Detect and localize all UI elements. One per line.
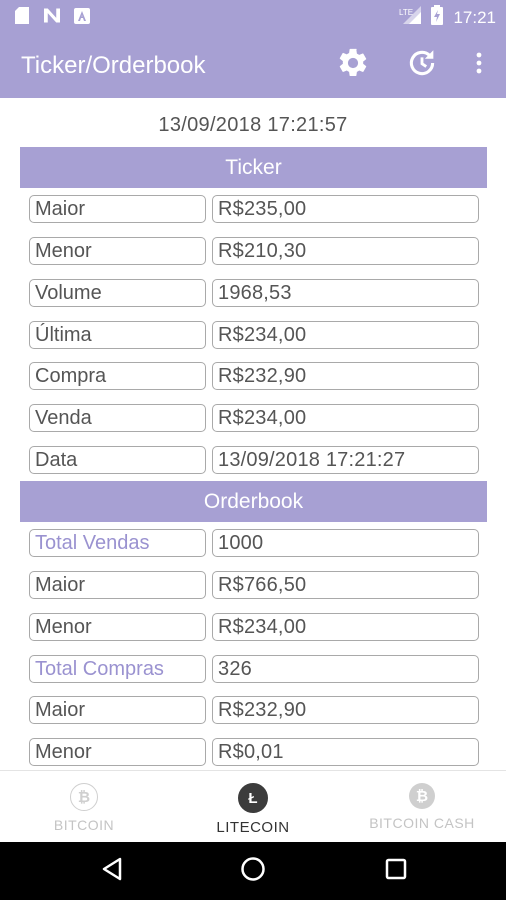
home-button[interactable] — [238, 856, 268, 886]
row-value: R$235,00 — [212, 195, 479, 223]
row-value: R$234,00 — [212, 321, 479, 349]
orderbook-row-vendas-menor: Menor R$234,00 — [29, 613, 479, 641]
row-value: 1968,53 — [212, 279, 479, 307]
litecoin-coin-icon: Ł — [238, 783, 268, 813]
orderbook-row-total-compras: Total Compras 326 — [29, 655, 479, 683]
row-value: 1000 — [212, 529, 479, 557]
row-value: 326 — [212, 655, 479, 683]
ticker-row-volume: Volume 1968,53 — [29, 279, 479, 307]
overflow-menu-button[interactable] — [462, 46, 496, 84]
back-triangle-icon — [101, 857, 123, 886]
row-value: 13/09/2018 17:21:27 — [212, 446, 479, 474]
signal-icon: LTE — [399, 6, 422, 29]
row-value: R$234,00 — [212, 613, 479, 641]
svg-text:LTE: LTE — [399, 8, 413, 17]
row-label: Maior — [29, 195, 206, 223]
orderbook-section-header: Orderbook — [20, 481, 487, 522]
app-bar: Ticker/Orderbook — [0, 32, 506, 98]
row-value: R$232,90 — [212, 362, 479, 390]
back-button[interactable] — [97, 856, 127, 886]
nav-tab-label: BITCOIN — [53, 817, 115, 833]
refresh-icon — [405, 46, 439, 85]
battery-icon — [431, 5, 444, 30]
row-label: Venda — [29, 404, 206, 432]
last-update-timestamp: 13/09/2018 17:21:57 — [158, 114, 348, 136]
row-label: Volume — [29, 279, 206, 307]
ticker-row-menor: Menor R$210,30 — [29, 237, 479, 265]
nav-tab-bitcoin[interactable]: ₿ BITCOIN — [0, 771, 168, 843]
recents-button[interactable] — [381, 856, 411, 886]
system-navigation-bar — [0, 842, 506, 900]
ticker-row-compra: Compra R$232,90 — [29, 362, 479, 390]
row-value: R$210,30 — [212, 237, 479, 265]
nav-tab-label: BITCOIN CASH — [369, 815, 475, 831]
row-label: Compra — [29, 362, 206, 390]
nav-tab-bitcoin-cash[interactable]: ₿ BITCOIN CASH — [338, 771, 506, 843]
nav-tab-label: LITECOIN — [216, 819, 290, 836]
row-label: Maior — [29, 571, 206, 599]
bitcoin-coin-icon: ₿ — [70, 783, 98, 811]
orderbook-row-compras-maior: Maior R$232,90 — [29, 696, 479, 724]
n-notification-icon — [44, 7, 60, 24]
row-value: R$766,50 — [212, 571, 479, 599]
status-time: 17:21 — [453, 7, 496, 27]
row-label: Data — [29, 446, 206, 474]
row-value: R$0,01 — [212, 738, 479, 766]
row-label: Maior — [29, 696, 206, 724]
ticker-row-ultima: Última R$234,00 — [29, 321, 479, 349]
orderbook-row-compras-menor: Menor R$0,01 — [29, 738, 479, 766]
settings-gear-icon — [336, 46, 370, 85]
settings-button[interactable] — [334, 46, 372, 84]
row-label: Menor — [29, 237, 206, 265]
orderbook-row-total-vendas: Total Vendas 1000 — [29, 529, 479, 557]
row-label: Total Vendas — [29, 529, 206, 557]
sd-card-icon — [14, 7, 30, 24]
app-title: Ticker/Orderbook — [21, 52, 206, 79]
status-bar: LTE 17:21 — [0, 0, 506, 32]
refresh-button[interactable] — [403, 46, 441, 84]
ticker-row-data: Data 13/09/2018 17:21:27 — [29, 446, 479, 474]
a-notification-icon — [74, 7, 90, 24]
ticker-section-header: Ticker — [20, 147, 487, 188]
recents-square-icon — [385, 858, 407, 885]
nav-tab-litecoin[interactable]: Ł LITECOIN — [169, 771, 337, 843]
row-label: Total Compras — [29, 655, 206, 683]
row-label: Menor — [29, 738, 206, 766]
ticker-row-maior: Maior R$235,00 — [29, 195, 479, 223]
ticker-row-venda: Venda R$234,00 — [29, 404, 479, 432]
row-label: Última — [29, 321, 206, 349]
bottom-navigation: ₿ BITCOIN Ł LITECOIN ₿ BITCOIN CASH — [0, 770, 506, 843]
row-value: R$234,00 — [212, 404, 479, 432]
orderbook-row-vendas-maior: Maior R$766,50 — [29, 571, 479, 599]
bitcoin-cash-coin-icon: ₿ — [409, 783, 435, 809]
home-circle-icon — [240, 856, 266, 887]
row-label: Menor — [29, 613, 206, 641]
more-vert-icon — [475, 51, 483, 80]
row-value: R$232,90 — [212, 696, 479, 724]
